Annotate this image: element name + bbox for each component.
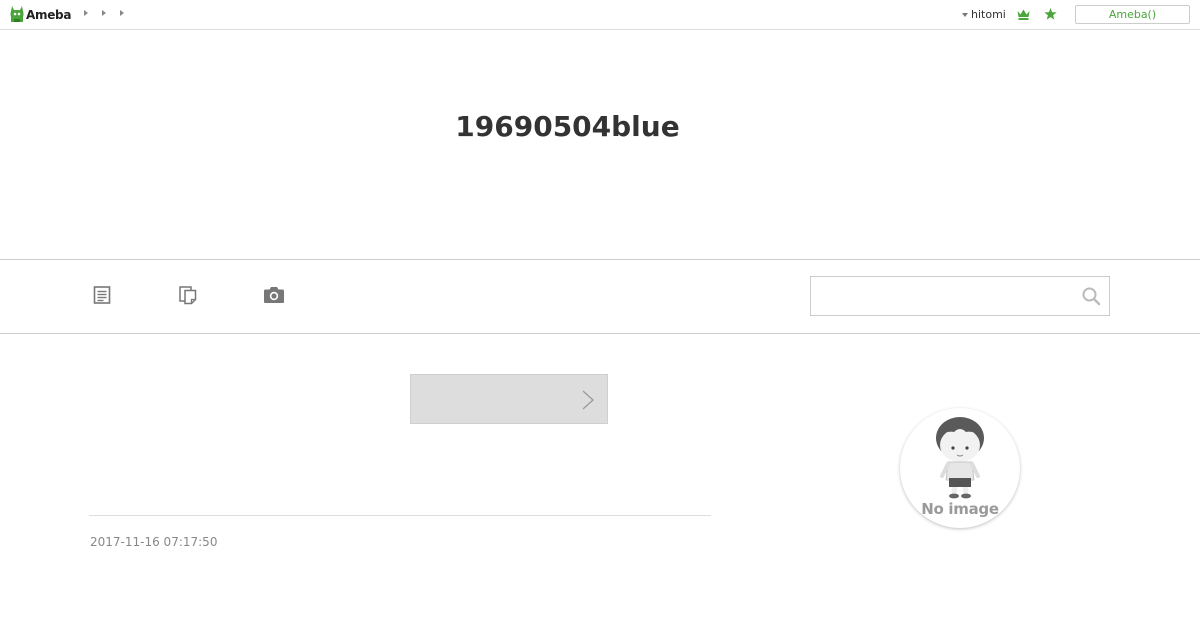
chevron-right-icon [582, 390, 594, 410]
search-icon[interactable] [1081, 286, 1101, 306]
profile-avatar[interactable]: No image [900, 408, 1020, 528]
blog-nav-bar [0, 259, 1200, 334]
user-menu[interactable]: hitomi [962, 8, 1006, 21]
breadcrumb-arrow-icon[interactable] [120, 10, 124, 16]
caret-down-icon [962, 12, 968, 17]
star-icon[interactable] [1044, 8, 1057, 20]
camera-icon [264, 287, 284, 303]
article-list-icon [93, 286, 111, 304]
nav-item-themes[interactable] [178, 285, 198, 305]
nav-item-articles[interactable] [92, 285, 112, 305]
user-name: hitomi [971, 8, 1006, 21]
post-date: 2017-11-16 07:17:50 [90, 535, 218, 549]
breadcrumb-arrow-icon[interactable] [84, 10, 88, 16]
content-divider [89, 515, 711, 516]
theme-list-icon [179, 286, 197, 305]
breadcrumb-arrow-icon[interactable] [102, 10, 106, 16]
blog-title[interactable]: 19690504blue [0, 110, 1135, 143]
logo-text: Ameba [26, 8, 72, 22]
nav-item-photos[interactable] [263, 285, 285, 305]
global-header: Ameba hitomi Ameba() [0, 0, 1200, 30]
search-box [810, 276, 1110, 316]
avatar-placeholder-text: No image [921, 500, 999, 518]
ameba-mascot-icon [10, 6, 24, 22]
ameba-link-button[interactable]: Ameba() [1075, 5, 1190, 24]
search-input[interactable] [811, 277, 1073, 315]
ameba-logo[interactable]: Ameba [10, 6, 71, 24]
breadcrumb [84, 10, 124, 16]
crown-icon[interactable] [1017, 9, 1030, 20]
pager-next-button[interactable] [410, 374, 608, 424]
